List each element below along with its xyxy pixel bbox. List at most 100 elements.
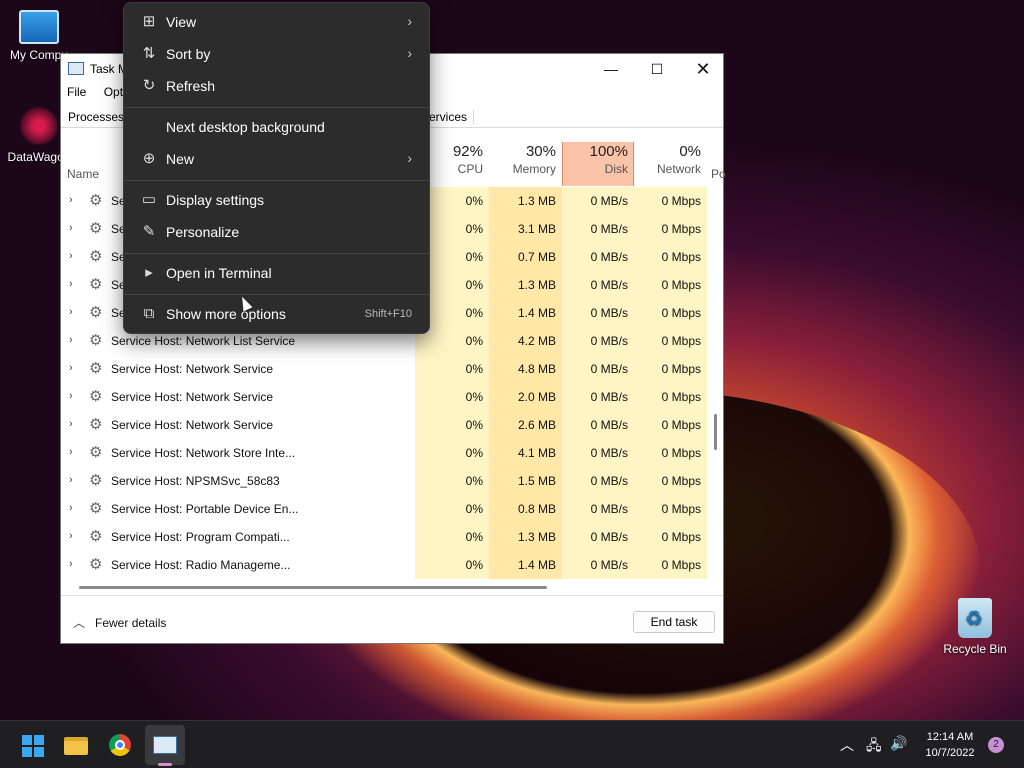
process-name: Service Host: Portable Device En...	[111, 502, 299, 516]
column-header-name[interactable]: Name	[67, 167, 99, 181]
chevron-right-icon[interactable]: ›	[69, 306, 73, 318]
cpu-cell: 0%	[415, 523, 489, 551]
menu-item-refresh[interactable]: ↻ Refresh	[128, 71, 426, 101]
column-header-memory[interactable]: 30% Memory	[489, 142, 562, 186]
chevron-right-icon[interactable]: ›	[69, 278, 73, 290]
tab-services[interactable]: ervices	[423, 110, 475, 124]
process-name: Service Host: NPSMSvc_58c83	[111, 474, 280, 488]
task-manager-icon	[153, 736, 177, 754]
memory-label: Memory	[512, 162, 556, 176]
network-cell: 0 Mbps	[634, 467, 707, 495]
maximize-button[interactable]: ☐	[634, 54, 680, 84]
chevron-right-icon[interactable]: ›	[69, 334, 73, 346]
chevron-right-icon[interactable]: ›	[69, 194, 73, 206]
file-explorer-icon	[64, 737, 88, 755]
gear-icon: ⚙	[89, 304, 103, 321]
tab-processes[interactable]: Processes	[68, 110, 124, 124]
volume-icon[interactable]: 🔊	[890, 735, 907, 752]
network-cell: 0 Mbps	[634, 411, 707, 439]
network-cell: 0 Mbps	[634, 215, 707, 243]
menu-item-display-settings[interactable]: ▭ Display settings	[128, 185, 426, 215]
notification-badge[interactable]: 2	[988, 737, 1004, 753]
table-row[interactable]: › ⚙ Service Host: Network Service 0% 2.0 MB 0…	[61, 383, 709, 411]
memory-cell: 1.3 MB	[489, 187, 562, 215]
chevron-right-icon[interactable]: ›	[69, 362, 73, 374]
fewer-details-button[interactable]: ︿ Fewer details	[73, 614, 166, 631]
desktop-icon-recycle-bin[interactable]: Recycle Bin	[936, 598, 1014, 656]
table-row[interactable]: › ⚙ Service Host: Portable Device En... 0% 0…	[61, 495, 709, 523]
memory-cell: 4.2 MB	[489, 327, 562, 355]
datawagon-icon	[19, 106, 59, 146]
monitor-icon	[19, 10, 59, 44]
memory-cell: 1.4 MB	[489, 551, 562, 579]
chevron-right-icon[interactable]: ›	[69, 418, 73, 430]
menu-separator	[124, 107, 429, 108]
chevron-right-icon[interactable]: ›	[69, 222, 73, 234]
chevron-right-icon[interactable]: ›	[69, 474, 73, 486]
menu-item-shortcut: Shift+F10	[364, 308, 412, 320]
network-cell: 0 Mbps	[634, 271, 707, 299]
disk-cell: 0 MB/s	[562, 299, 634, 327]
chevron-right-icon: ›	[407, 150, 412, 166]
disk-cell: 0 MB/s	[562, 243, 634, 271]
task-manager-taskbar-button[interactable]	[145, 725, 185, 765]
table-row[interactable]: › ⚙ Service Host: Radio Manageme... 0% 1.4 M…	[61, 551, 709, 579]
cpu-cell: 0%	[415, 467, 489, 495]
disk-cell: 0 MB/s	[562, 355, 634, 383]
menu-item-label: Sort by	[166, 46, 211, 62]
chrome-button[interactable]	[100, 725, 140, 765]
column-header-power[interactable]: Po	[711, 167, 726, 181]
start-icon	[22, 735, 44, 757]
chevron-up-icon[interactable]: ︿	[840, 735, 854, 755]
chevron-right-icon[interactable]: ›	[69, 446, 73, 458]
menu-separator	[124, 180, 429, 181]
menu-item-sort-by[interactable]: ⇅ Sort by ›	[128, 39, 426, 69]
network-cell: 0 Mbps	[634, 243, 707, 271]
gear-icon: ⚙	[89, 192, 103, 209]
table-row[interactable]: › ⚙ Service Host: NPSMSvc_58c83 0% 1.5 MB 0 M…	[61, 467, 709, 495]
menu-item-view[interactable]: ⊞ View ›	[128, 7, 426, 37]
file-explorer-button[interactable]	[56, 725, 96, 765]
chevron-right-icon[interactable]: ›	[69, 390, 73, 402]
task-manager-icon	[68, 62, 84, 75]
menu-item-new[interactable]: ⊕ New ›	[128, 144, 426, 174]
pen-icon: ✎	[142, 223, 156, 240]
menu-item-personalize[interactable]: ✎ Personalize	[128, 217, 426, 247]
horizontal-scrollbar[interactable]	[79, 586, 547, 589]
chevron-right-icon[interactable]: ›	[69, 250, 73, 262]
close-button[interactable]: ✕	[680, 54, 726, 84]
chevron-right-icon[interactable]: ›	[69, 502, 73, 514]
menu-separator	[124, 294, 429, 295]
memory-cell: 0.8 MB	[489, 495, 562, 523]
disk-cell: 0 MB/s	[562, 551, 634, 579]
menu-item-show-more-options[interactable]: ⧉ Show more options Shift+F10	[128, 299, 426, 329]
vertical-scrollbar[interactable]	[714, 414, 717, 450]
table-row[interactable]: › ⚙ Service Host: Program Compati... 0% 1.3 …	[61, 523, 709, 551]
gear-icon: ⚙	[89, 556, 103, 573]
disk-cell: 0 MB/s	[562, 187, 634, 215]
process-name: Service Host: Network Store Inte...	[111, 446, 296, 460]
memory-cell: 3.1 MB	[489, 215, 562, 243]
menu-file[interactable]: File	[67, 85, 86, 99]
table-row[interactable]: › ⚙ Service Host: Network Service 0% 4.8 MB 0…	[61, 355, 709, 383]
table-row[interactable]: › ⚙ Service Host: Network Store Inte... 0% 4…	[61, 439, 709, 467]
column-header-network[interactable]: 0% Network	[634, 142, 707, 186]
menu-item-open-in-terminal[interactable]: ▸ Open in Terminal	[128, 258, 426, 288]
chevron-right-icon[interactable]: ›	[69, 558, 73, 570]
minimize-button[interactable]: —	[588, 54, 634, 84]
menu-item-label: Personalize	[166, 224, 240, 240]
start-button[interactable]	[12, 725, 52, 765]
end-task-button[interactable]: End task	[633, 611, 715, 633]
table-row[interactable]: › ⚙ Service Host: Network Service 0% 2.6 MB 0…	[61, 411, 709, 439]
menu-separator	[124, 253, 429, 254]
disk-cell: 0 MB/s	[562, 327, 634, 355]
network-cell: 0 Mbps	[634, 355, 707, 383]
chevron-right-icon: ›	[407, 13, 412, 29]
network-icon[interactable]: 🖧	[866, 735, 882, 759]
chevron-right-icon[interactable]: ›	[69, 530, 73, 542]
menu-item-next-desktop-background[interactable]: Next desktop background	[128, 112, 426, 142]
network-cell: 0 Mbps	[634, 523, 707, 551]
column-header-disk[interactable]: 100% Disk	[562, 142, 634, 186]
clock[interactable]: 12:14 AM 10/7/2022	[914, 729, 986, 761]
disk-cell: 0 MB/s	[562, 467, 634, 495]
